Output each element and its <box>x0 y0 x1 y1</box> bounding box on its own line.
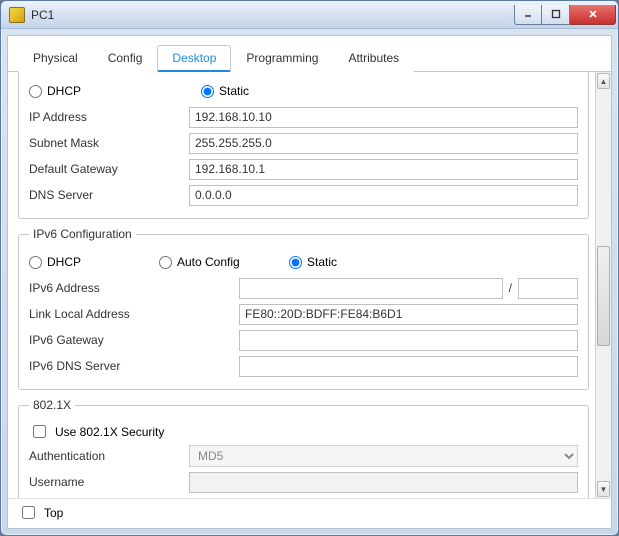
top-label: Top <box>44 506 63 520</box>
scroll-up-arrow[interactable]: ▲ <box>597 73 610 89</box>
tab-programming[interactable]: Programming <box>231 45 333 72</box>
ipv6-dns-label: IPv6 DNS Server <box>29 359 239 373</box>
ipv4-section: DHCP Static IP Address Subnet Mask <box>18 72 589 219</box>
ipv6-prefix-slash: / <box>509 281 512 295</box>
ipv6-dns-input[interactable] <box>239 356 578 377</box>
ipv6-auto-input[interactable] <box>159 256 172 269</box>
ip-address-input[interactable] <box>189 107 578 128</box>
scroll-down-arrow[interactable]: ▼ <box>597 481 610 497</box>
ipv6-address-input[interactable] <box>239 278 503 299</box>
ipv6-legend: IPv6 Configuration <box>29 227 136 241</box>
ipv6-gateway-label: IPv6 Gateway <box>29 333 239 347</box>
ipv6-static-label: Static <box>307 255 337 269</box>
app-window: PC1 Physical Config Desktop Programming … <box>0 0 619 536</box>
default-gateway-input[interactable] <box>189 159 578 180</box>
vertical-scrollbar[interactable]: ▲ ▼ <box>595 72 611 498</box>
use-8021x-label: Use 802.1X Security <box>55 425 164 439</box>
subnet-mask-input[interactable] <box>189 133 578 154</box>
close-button[interactable] <box>570 5 616 25</box>
titlebar[interactable]: PC1 <box>1 1 618 29</box>
username-label: Username <box>29 475 189 489</box>
ipv4-dhcp-radio[interactable]: DHCP <box>29 84 81 98</box>
subnet-mask-label: Subnet Mask <box>29 136 189 150</box>
tab-config[interactable]: Config <box>93 45 158 72</box>
content-pane: DHCP Static IP Address Subnet Mask <box>8 72 595 498</box>
ipv6-section: IPv6 Configuration DHCP Auto Config S <box>18 227 589 390</box>
ipv4-static-input[interactable] <box>201 85 214 98</box>
ipv6-dhcp-radio[interactable]: DHCP <box>29 255 129 269</box>
top-checkbox[interactable] <box>22 506 35 519</box>
scroll-thumb[interactable] <box>597 246 610 346</box>
ipv6-auto-radio[interactable]: Auto Config <box>159 255 259 269</box>
maximize-button[interactable] <box>542 5 570 25</box>
ipv4-dhcp-label: DHCP <box>47 84 81 98</box>
ipv4-dhcp-input[interactable] <box>29 85 42 98</box>
ipv6-address-label: IPv6 Address <box>29 281 239 295</box>
tab-desktop[interactable]: Desktop <box>157 45 231 72</box>
auth-select[interactable]: MD5 <box>189 445 578 467</box>
window-title: PC1 <box>31 8 514 22</box>
link-local-input[interactable] <box>239 304 578 325</box>
scroll-track[interactable] <box>596 90 611 480</box>
ipv6-dhcp-label: DHCP <box>47 255 81 269</box>
window-buttons <box>514 5 616 25</box>
ip-address-label: IP Address <box>29 110 189 124</box>
minimize-button[interactable] <box>514 5 542 25</box>
tab-bar: Physical Config Desktop Programming Attr… <box>8 36 611 72</box>
tab-attributes[interactable]: Attributes <box>333 45 414 72</box>
ipv4-static-label: Static <box>219 84 249 98</box>
app-icon <box>9 7 25 23</box>
footer: Top <box>8 498 611 528</box>
use-8021x-checkbox[interactable] <box>33 425 46 438</box>
username-input[interactable] <box>189 472 578 493</box>
ipv6-static-radio[interactable]: Static <box>289 255 337 269</box>
tab-physical[interactable]: Physical <box>18 45 93 72</box>
ipv6-prefix-input[interactable] <box>518 278 578 299</box>
ipv6-gateway-input[interactable] <box>239 330 578 351</box>
link-local-label: Link Local Address <box>29 307 239 321</box>
ipv6-auto-label: Auto Config <box>177 255 240 269</box>
default-gateway-label: Default Gateway <box>29 162 189 176</box>
ipv6-static-input[interactable] <box>289 256 302 269</box>
ipv4-static-radio[interactable]: Static <box>201 84 249 98</box>
dot1x-section: 802.1X Use 802.1X Security Authenticatio… <box>18 398 589 498</box>
dot1x-legend: 802.1X <box>29 398 75 412</box>
dns-server-label: DNS Server <box>29 188 189 202</box>
dns-server-input[interactable] <box>189 185 578 206</box>
ipv6-dhcp-input[interactable] <box>29 256 42 269</box>
auth-label: Authentication <box>29 449 189 463</box>
client-area: Physical Config Desktop Programming Attr… <box>7 35 612 529</box>
